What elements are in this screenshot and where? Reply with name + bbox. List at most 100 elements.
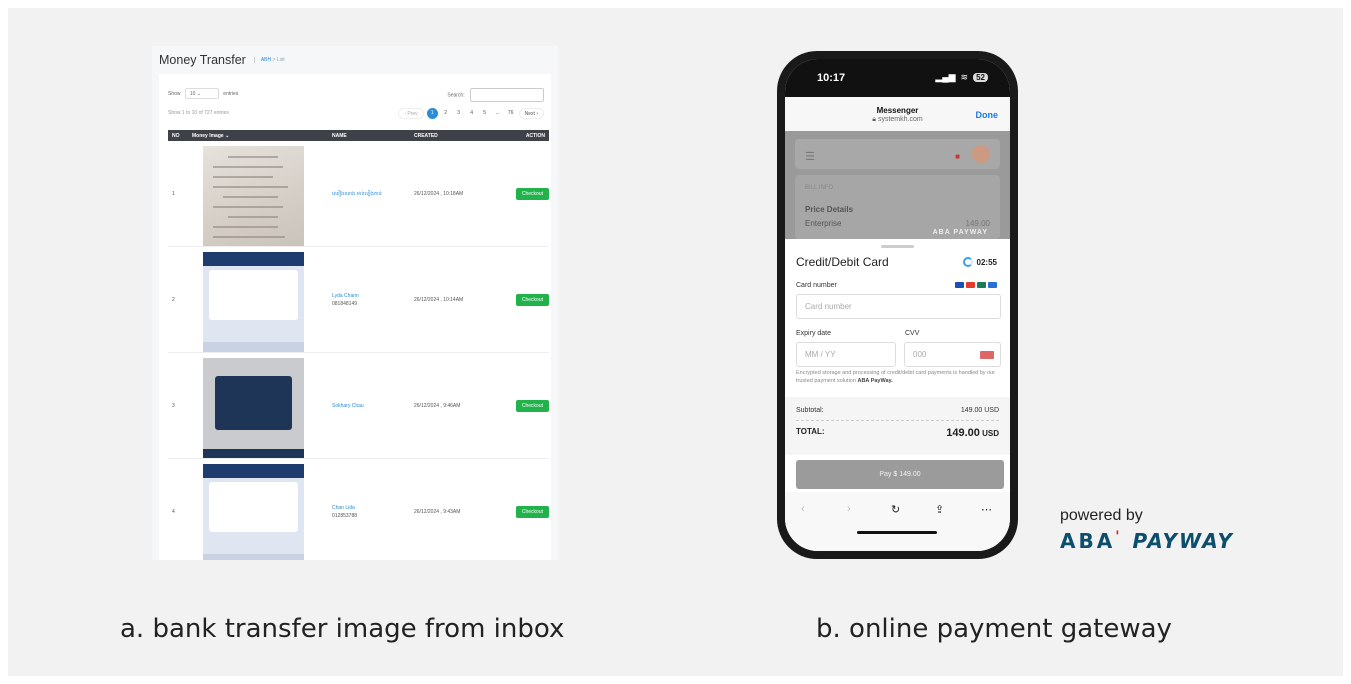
card-number-label: Card number — [796, 282, 837, 289]
page-3[interactable]: 3 — [454, 108, 464, 119]
security-note: Encrypted storage and processing of cred… — [796, 369, 1001, 385]
search-label: Search: — [447, 92, 465, 99]
page-5[interactable]: 5 — [480, 108, 490, 119]
subtotal-value: 149.00 USD — [960, 407, 999, 414]
table-card: Show 10 ⌄ entries Search: Show 1 to 10 o… — [159, 74, 551, 560]
customer-phone: 081848149 — [332, 300, 358, 307]
money-image-cell — [188, 356, 328, 458]
row-no: 3 — [172, 402, 175, 409]
caption-left: a. bank transfer image from inbox — [120, 614, 565, 644]
checkout-button[interactable]: Checkout — [515, 187, 549, 200]
customer-name-link[interactable]: Lyda Chann 081848149 — [328, 292, 410, 308]
page-4[interactable]: 4 — [467, 108, 477, 119]
cvv-input[interactable]: 000 — [904, 342, 1001, 367]
signal-icon: ▂▄▆ — [935, 72, 956, 82]
aba-payway-logo: ABA' PAYWAY — [1060, 529, 1234, 553]
search-wrap: Search: — [447, 88, 544, 102]
aba-logo-text: ABA — [1060, 529, 1116, 553]
customer-name: ឈឿងឈាង មាន់ឡើងតាន់ — [332, 190, 382, 197]
mastercard-icon — [966, 282, 975, 288]
card-number-input[interactable]: Card number — [796, 294, 1001, 319]
flag-icon: ■ — [955, 152, 960, 161]
pay-button[interactable]: Pay $ 149.00 — [796, 460, 1004, 489]
entries-select-value: 10 — [189, 91, 196, 97]
reload-icon[interactable]: ↻ — [891, 503, 900, 516]
col-created[interactable]: CREATED — [410, 133, 500, 139]
status-icons: ▂▄▆ ≋ 52 — [935, 72, 988, 83]
created-date: 26/12/2024 , 10:14AM — [414, 296, 464, 303]
battery-icon: 52 — [973, 73, 988, 82]
breadcrumb-home[interactable]: ABH — [261, 57, 271, 63]
receipt-photo-thumbnail[interactable] — [203, 145, 304, 246]
phone-screen: 10:17 ▂▄▆ ≋ 52 Messenger 🔒︎ systemkh.com… — [785, 59, 1010, 551]
breadcrumb-current: List — [276, 57, 285, 63]
customer-name: Sokhary Chau — [332, 402, 364, 409]
caption-right: b. online payment gateway — [816, 614, 1172, 644]
table-row: 2 Lyda Chann 081848149 26/12/2024 , 10:1… — [168, 247, 549, 353]
action-cell: Checkout — [500, 187, 549, 200]
col-name[interactable]: NAME — [328, 133, 410, 139]
card-payment-sheet: Credit/Debit Card 02:55 Card number Card… — [785, 239, 1010, 551]
checkout-button[interactable]: Checkout — [515, 399, 549, 412]
share-icon[interactable]: ⇪ — [935, 503, 944, 516]
security-note-brand: ABA PayWay. — [857, 378, 893, 384]
bank-app-screenshot-thumbnail[interactable] — [203, 251, 304, 352]
customer-name-link[interactable]: ឈឿងឈាង មាន់ឡើងតាន់ — [328, 190, 410, 198]
row-no: 1 — [172, 190, 175, 197]
col-no[interactable]: NO — [168, 133, 188, 139]
page-ellipsis: ... — [495, 110, 500, 116]
sheet-grab-handle[interactable] — [881, 245, 914, 248]
back-icon[interactable]: ‹ — [801, 503, 805, 515]
checkout-button[interactable]: Checkout — [515, 293, 549, 306]
row-no: 4 — [172, 508, 175, 515]
more-icon[interactable]: ⋯ — [981, 503, 992, 516]
total-label: TOTAL: — [796, 427, 825, 436]
subtotal-row: Subtotal: 149.00 USD — [796, 407, 999, 421]
plan-price: 149.00 — [965, 219, 990, 228]
forward-icon[interactable]: › — [847, 503, 851, 515]
page-next[interactable]: Next › — [518, 108, 544, 119]
pagination: ‹ Prev 1 2 3 4 5 ... 76 Next › — [398, 108, 544, 119]
card-brand-logos — [955, 282, 997, 288]
page-76[interactable]: 76 — [506, 108, 516, 119]
total-currency: USD — [982, 429, 999, 438]
page-1[interactable]: 1 — [426, 108, 438, 119]
done-button[interactable]: Done — [976, 110, 999, 120]
customer-name: Lyda Chann — [332, 292, 359, 299]
page-2[interactable]: 2 — [441, 108, 451, 119]
wifi-icon: ≋ — [960, 72, 969, 82]
plan-name: Enterprise — [805, 219, 842, 228]
search-input[interactable] — [470, 88, 544, 102]
action-cell: Checkout — [500, 505, 549, 518]
unionpay-icon — [977, 282, 986, 288]
cvv-label: CVV — [905, 330, 920, 337]
expiry-date-label: Expiry date — [796, 330, 832, 337]
spinner-icon — [962, 257, 973, 267]
checkout-button[interactable]: Checkout — [515, 505, 549, 518]
expiry-date-input[interactable]: MM / YY — [796, 342, 896, 367]
sort-icon: ⌄ — [225, 132, 230, 139]
customer-name: Chan Lida — [332, 504, 355, 511]
created-date: 26/12/2024 , 9:43AM — [414, 508, 461, 515]
bank-app-screenshot-thumbnail[interactable] — [203, 463, 304, 560]
timer-value: 02:55 — [976, 257, 997, 267]
browser-toolbar: ‹ › ↻ ⇪ ⋯ — [785, 492, 1010, 551]
payment-summary: Subtotal: 149.00 USD TOTAL: 149.00 USD — [785, 397, 1010, 455]
customer-name-link[interactable]: Chan Lida 012853788 — [328, 504, 410, 520]
table-row: 4 Chan Lida 012853788 26/12/2024 , 9:43A… — [168, 459, 549, 560]
action-cell: Checkout — [500, 293, 549, 306]
admin-header: Money Transfer ABH > List — [159, 53, 285, 67]
customer-name-link[interactable]: Sokhary Chau — [328, 402, 410, 410]
page-prev[interactable]: ‹ Prev — [398, 108, 424, 119]
browser-url-text: systemkh.com — [877, 116, 923, 123]
breadcrumb: ABH > List — [253, 57, 285, 63]
table-header: NO Money Image ⌄ NAME CREATED ACTION — [168, 130, 549, 141]
entries-label: entries — [223, 90, 239, 97]
created-date: 26/12/2024 , 9:46AM — [414, 402, 461, 409]
col-money-image[interactable]: Money Image ⌄ — [188, 133, 328, 139]
bank-app-screenshot-thumbnail[interactable] — [203, 357, 304, 458]
entries-info: Show 1 to 10 of 727 entries — [168, 110, 229, 116]
entries-select[interactable]: 10 ⌄ — [184, 88, 219, 99]
transfer-table: NO Money Image ⌄ NAME CREATED ACTION 1 ឈ… — [168, 130, 549, 560]
col-money-image-label: Money Image — [192, 132, 224, 139]
